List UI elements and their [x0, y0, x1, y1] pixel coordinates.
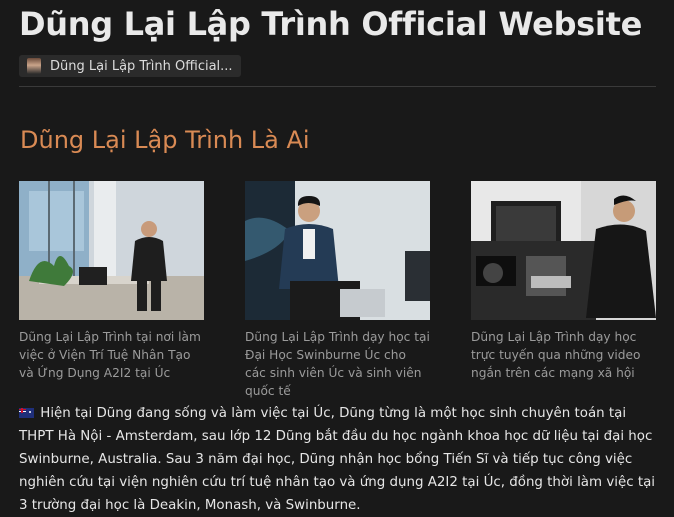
- bio-text: Hiện tại Dũng đang sống và làm việc tại …: [19, 406, 655, 513]
- photo-studio[interactable]: [471, 181, 656, 320]
- breadcrumb[interactable]: Dũng Lại Lập Trình Official...: [19, 55, 241, 77]
- gallery-card: Dũng Lại Lập Trình dạy học trực tuyến qu…: [471, 181, 656, 382]
- photo-caption: Dũng Lại Lập Trình tại nơi làm việc ở Vi…: [19, 330, 201, 380]
- photo-office[interactable]: [19, 181, 204, 320]
- australia-flag-icon: [19, 408, 34, 418]
- photo-caption: Dũng Lại Lập Trình dạy học tại Đại Học S…: [245, 330, 430, 398]
- breadcrumb-label: Dũng Lại Lập Trình Official...: [50, 58, 233, 74]
- bio-paragraph: Hiện tại Dũng đang sống và làm việc tại …: [19, 402, 659, 517]
- photo-teaching[interactable]: [245, 181, 430, 320]
- gallery-card: Dũng Lại Lập Trình dạy học tại Đại Học S…: [245, 181, 430, 400]
- section-heading: Dũng Lại Lập Trình Là Ai: [20, 126, 310, 154]
- gallery-card: Dũng Lại Lập Trình tại nơi làm việc ở Vi…: [19, 181, 204, 382]
- divider: [19, 86, 656, 87]
- photo-caption: Dũng Lại Lập Trình dạy học trực tuyến qu…: [471, 330, 641, 380]
- avatar: [27, 58, 41, 74]
- page-title: Dũng Lại Lập Trình Official Website: [19, 5, 643, 43]
